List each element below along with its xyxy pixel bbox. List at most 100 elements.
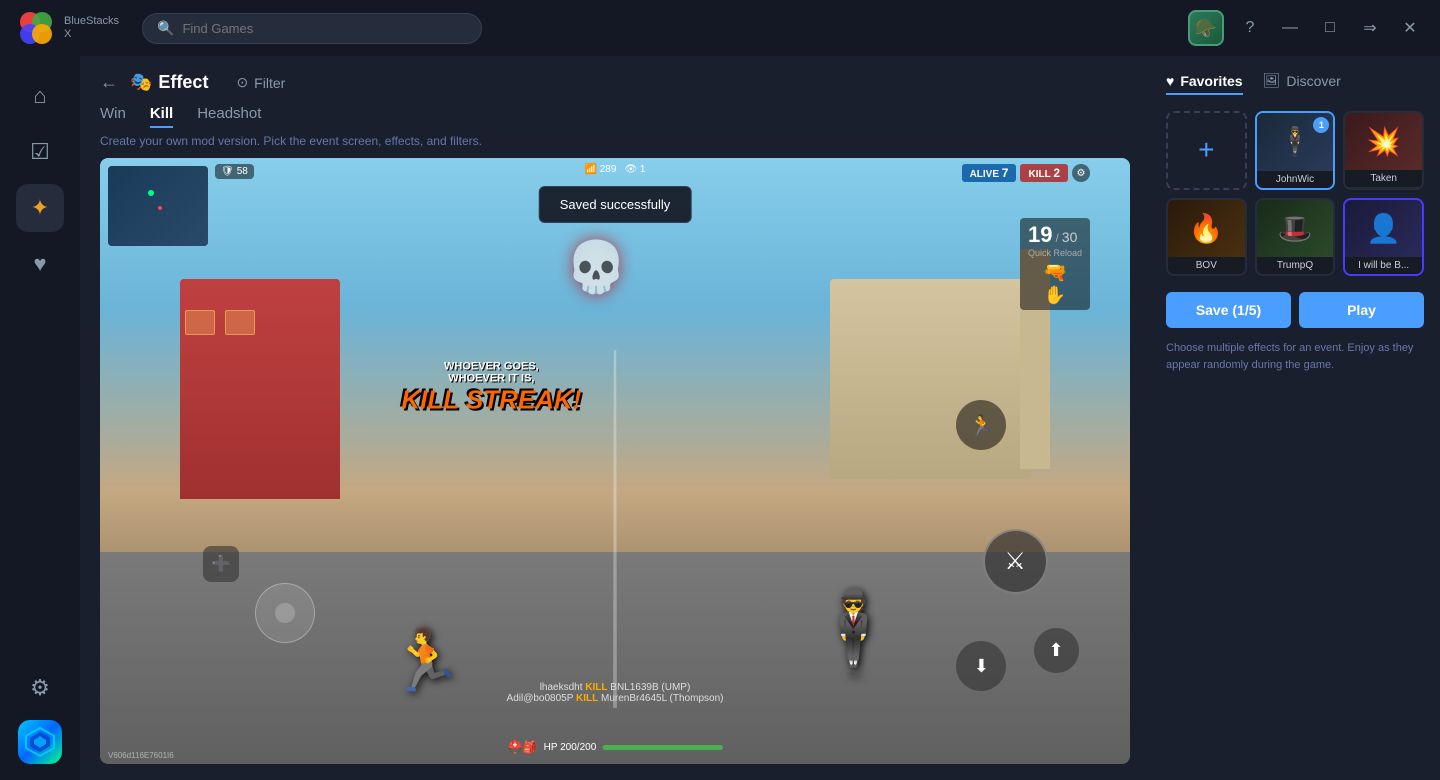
user-avatar[interactable]: 🪖 [1188, 10, 1224, 46]
panel-hint: Choose multiple effects for an event. En… [1166, 340, 1424, 373]
main-layout: ⌂ ☑ ✦ ♥ ⚙ ← [0, 56, 1440, 780]
sidebar-item-home[interactable]: ⌂ [16, 72, 64, 120]
panel-tab-favorites[interactable]: ♥ Favorites [1166, 73, 1243, 95]
hud-top-right: ALIVE 7 KILL 2 ⚙ [962, 164, 1090, 182]
search-bar[interactable]: 🔍 [142, 13, 482, 44]
bs-logo-icon [18, 720, 62, 764]
filter-icon: ⊙ [236, 74, 248, 91]
search-input[interactable] [182, 21, 467, 36]
hp-bar [602, 745, 722, 750]
settings-icon: ⚙ [30, 675, 50, 701]
effect-title: 🎭 Effect [130, 72, 208, 93]
minimize-icon[interactable]: — [1276, 14, 1304, 42]
effect-card-taken-inner: 💥 [1345, 113, 1422, 170]
sidebar-item-effects[interactable]: ✦ [16, 184, 64, 232]
brand-name: BlueStacks X [64, 15, 126, 41]
effect-card-trumpq[interactable]: 🎩 TrumpQ [1255, 198, 1336, 277]
bluestacks-bottom-logo[interactable] [18, 720, 62, 764]
favorites-tab-icon: ♥ [1166, 73, 1174, 89]
minimap [108, 166, 208, 246]
saved-toast: Saved successfully [539, 186, 692, 223]
library-icon: ☑ [30, 139, 50, 165]
hud-player-badge: 🛡 58 [215, 164, 254, 179]
heart-icon: ♥ [33, 251, 46, 277]
character-johnwick: 🕴 [804, 593, 904, 673]
titlebar: BlueStacks X 🔍 🪖 ? — □ ⇒ ✕ [0, 0, 1440, 56]
bluestacks-logo-icon [16, 8, 56, 48]
game-preview: 🛡 58 ALIVE 7 KILL 2 ⚙ 📶 289 [100, 158, 1130, 764]
sidebar-item-settings[interactable]: ⚙ [16, 664, 64, 712]
effect-card-trumpq-label: TrumpQ [1257, 257, 1334, 274]
effect-header: ← 🎭 Effect ⊙ Filter [100, 72, 1130, 93]
brand-logo: BlueStacks X [16, 8, 126, 48]
effect-card-trumpq-bg: 🎩 [1257, 200, 1334, 258]
home-icon: ⌂ [33, 83, 46, 109]
effect-card-iwillbe-inner: 👤 [1345, 200, 1422, 257]
right-panel: ♥ Favorites 🖼 Discover + 🕴 JohnWic 1 [1150, 56, 1440, 780]
player-code: V606d116E7601I6 [108, 751, 174, 760]
alive-badge: ALIVE 7 [962, 164, 1017, 182]
maximize-icon[interactable]: □ [1316, 14, 1344, 42]
settings-hud-icon: ⚙ [1072, 164, 1090, 182]
add-effect-card[interactable]: + [1166, 111, 1247, 190]
movement-joystick[interactable] [255, 583, 315, 643]
sidebar: ⌂ ☑ ✦ ♥ ⚙ [0, 56, 80, 780]
player-character: 🏃 [388, 631, 463, 691]
back-icon: ← [100, 72, 118, 93]
ammo-display: 19 / 30 Quick Reload 🔫 ✋ [1020, 218, 1090, 310]
titlebar-actions: 🪖 ? — □ ⇒ ✕ [1188, 10, 1424, 46]
search-icon: 🔍 [157, 20, 174, 37]
tab-subtitle: Create your own mod version. Pick the ev… [100, 134, 1130, 148]
effect-card-johnwick[interactable]: 🕴 JohnWic 1 [1255, 111, 1336, 190]
effect-card-iwillbe-bg: 👤 [1345, 200, 1422, 257]
effect-grid: + 🕴 JohnWic 1 💥 Taken 🔥 [1166, 111, 1424, 276]
add-icon: + [1198, 134, 1214, 166]
game-preview-container: 🛡 58 ALIVE 7 KILL 2 ⚙ 📶 289 [100, 158, 1130, 764]
effect-card-bov[interactable]: 🔥 BOV [1166, 198, 1247, 277]
tab-win[interactable]: Win [100, 105, 126, 128]
effect-title-text: Effect [158, 72, 208, 93]
discover-tab-label: Discover [1286, 73, 1340, 89]
effect-card-bov-inner: 🔥 [1168, 200, 1245, 257]
panel-tabs: ♥ Favorites 🖼 Discover [1166, 72, 1424, 95]
sidebar-item-favorites[interactable]: ♥ [16, 240, 64, 288]
kill-feed: lhaeksdht KILL BNL1639B (UMP) Adil@bo080… [507, 682, 724, 704]
help-icon[interactable]: ? [1236, 14, 1264, 42]
effect-icon: 🎭 [130, 72, 152, 93]
hud-stats: 📶 289 👁 1 [585, 164, 646, 175]
sidebar-item-library[interactable]: ☑ [16, 128, 64, 176]
kill-badge: KILL 2 [1020, 164, 1068, 182]
effect-card-taken-label: Taken [1345, 170, 1422, 187]
save-button[interactable]: Save (1/5) [1166, 292, 1291, 328]
effect-card-bov-bg: 🔥 [1168, 200, 1245, 257]
tabs-row: Win Kill Headshot [100, 105, 1130, 128]
effects-icon: ✦ [31, 195, 49, 221]
action-buttons: Save (1/5) Play [1166, 292, 1424, 328]
discover-tab-icon: 🖼 [1263, 72, 1281, 89]
filter-label: Filter [254, 75, 285, 91]
next-icon[interactable]: ⇒ [1356, 14, 1384, 42]
kill-streak-overlay: WHOEVER GOES, WHOEVER IT IS, KILL STREAK… [401, 361, 581, 416]
back-button[interactable]: ← [100, 72, 118, 93]
hp-bar-fill [602, 745, 722, 750]
play-button[interactable]: Play [1299, 292, 1424, 328]
effect-card-iwillbe[interactable]: 👤 I will be B... [1343, 198, 1424, 277]
shoot-button[interactable]: ⚔ [983, 529, 1048, 594]
health-btn[interactable]: ➕ [203, 546, 239, 582]
effect-card-taken[interactable]: 💥 Taken [1343, 111, 1424, 190]
jump-button[interactable]: ⬆ [1034, 628, 1079, 673]
close-icon[interactable]: ✕ [1396, 14, 1424, 42]
hp-bar-area: ⛑️🎒 HP 200/200 [508, 740, 723, 754]
panel-tab-discover[interactable]: 🖼 Discover [1263, 72, 1341, 95]
effect-card-trumpq-inner: 🎩 [1257, 200, 1334, 258]
tab-kill[interactable]: Kill [150, 105, 173, 128]
effect-card-johnwick-label: JohnWic [1257, 171, 1334, 188]
effect-card-bov-label: BOV [1168, 257, 1245, 274]
content-area: ← 🎭 Effect ⊙ Filter Win Kill Headshot Cr… [80, 56, 1150, 780]
favorites-tab-label: Favorites [1180, 73, 1242, 89]
filter-button[interactable]: ⊙ Filter [236, 74, 285, 91]
effect-card-iwillbe-label: I will be B... [1345, 257, 1422, 274]
shield-hud-icon: 🛡 [221, 166, 234, 177]
effect-card-taken-bg: 💥 [1345, 113, 1422, 170]
tab-headshot[interactable]: Headshot [197, 105, 261, 128]
